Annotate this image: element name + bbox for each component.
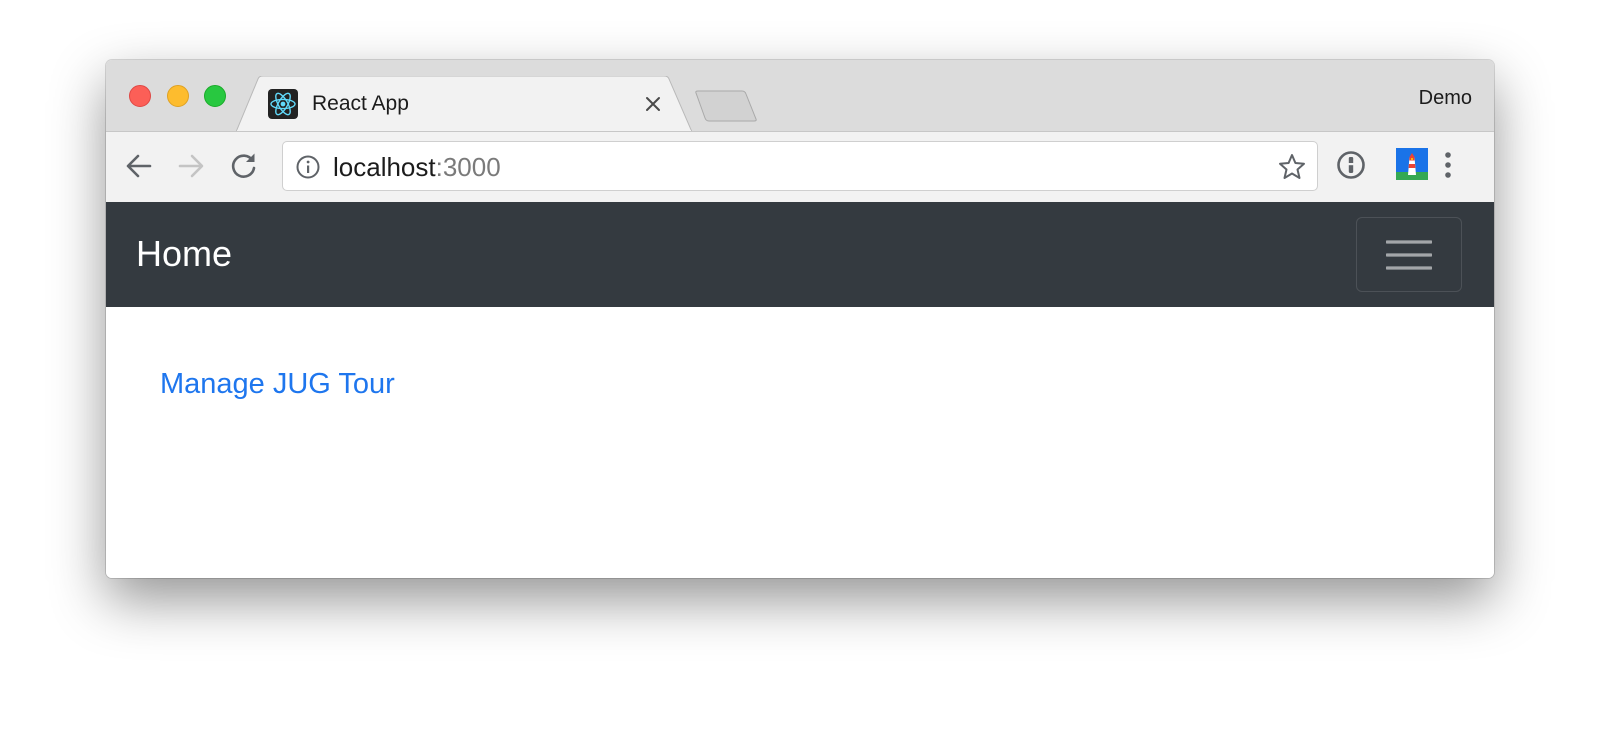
react-icon bbox=[268, 89, 298, 119]
browser-toolbar: localhost:3000 bbox=[106, 131, 1494, 202]
tab-shape bbox=[236, 76, 693, 132]
info-icon[interactable] bbox=[295, 154, 321, 180]
page-content: Manage JUG Tour bbox=[106, 307, 1494, 578]
manage-jug-tour-link[interactable]: Manage JUG Tour bbox=[160, 366, 395, 402]
url-port: :3000 bbox=[435, 152, 501, 182]
app-navbar: Home bbox=[106, 202, 1494, 307]
star-icon[interactable] bbox=[1277, 152, 1307, 182]
url-text: localhost:3000 bbox=[333, 151, 501, 183]
close-tab-icon[interactable] bbox=[640, 91, 666, 117]
browser-window: React App Demo localhost:3000 Home Manag… bbox=[106, 60, 1494, 578]
arrow-left-icon[interactable] bbox=[122, 149, 156, 183]
zoom-window-button[interactable] bbox=[204, 85, 226, 107]
kebab-menu-icon[interactable] bbox=[1438, 147, 1458, 183]
tab-strip: React App Demo bbox=[106, 60, 1494, 132]
tab-react-app[interactable]: React App bbox=[236, 76, 696, 132]
1password-icon[interactable] bbox=[1335, 149, 1367, 181]
minimize-window-button[interactable] bbox=[167, 85, 189, 107]
navbar-toggler-button[interactable] bbox=[1356, 217, 1462, 292]
reload-icon[interactable] bbox=[227, 149, 261, 183]
lighthouse-icon[interactable] bbox=[1396, 148, 1428, 180]
new-tab-button[interactable] bbox=[694, 90, 758, 122]
address-bar[interactable]: localhost:3000 bbox=[282, 141, 1318, 191]
profile-name[interactable]: Demo bbox=[1419, 85, 1472, 111]
navbar-brand[interactable]: Home bbox=[136, 232, 232, 276]
close-window-button[interactable] bbox=[129, 85, 151, 107]
tab-title: React App bbox=[312, 92, 409, 115]
hamburger-icon bbox=[1386, 240, 1432, 270]
arrow-right-icon[interactable] bbox=[174, 149, 208, 183]
url-host: localhost bbox=[333, 152, 436, 182]
